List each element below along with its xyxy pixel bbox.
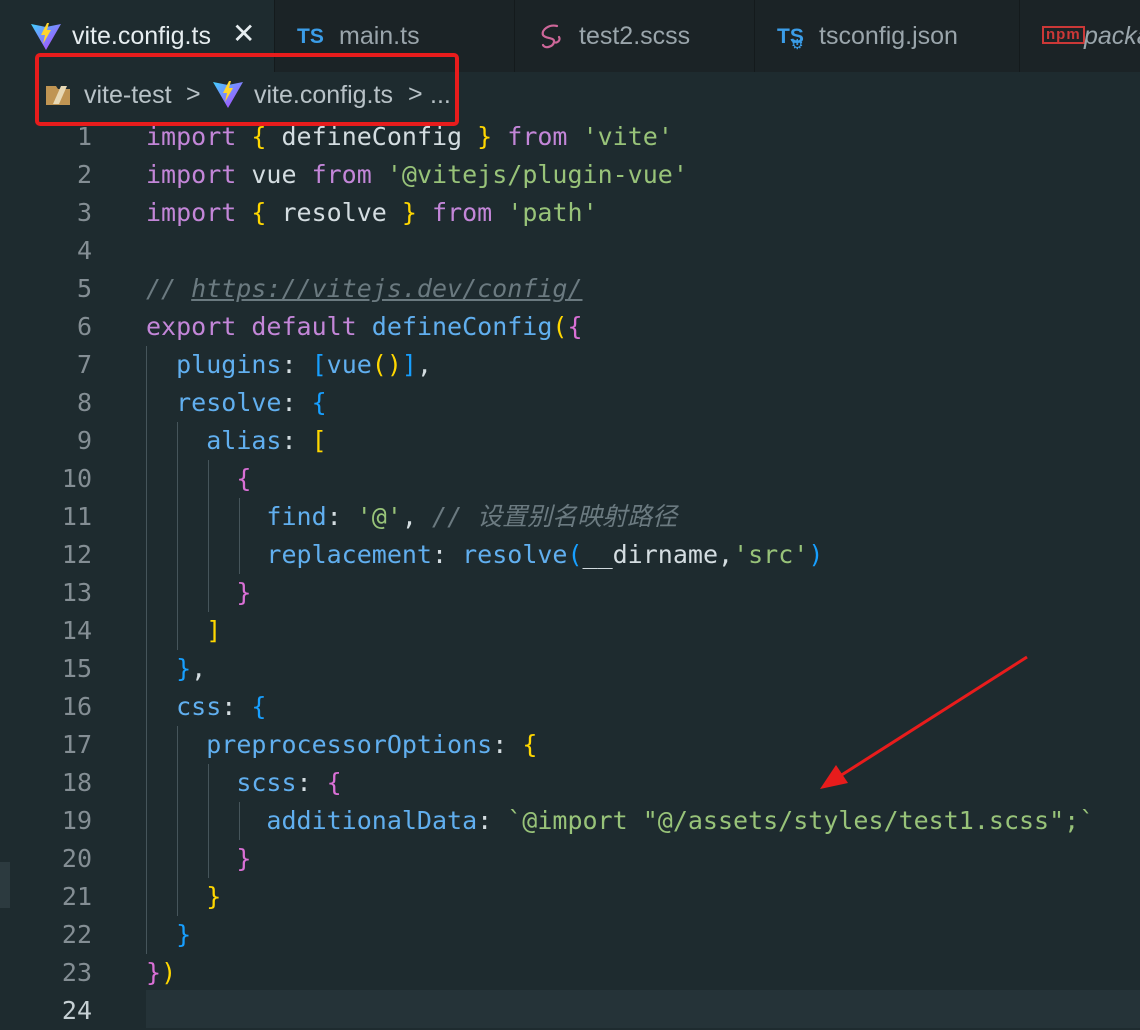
annotation-arrow [820, 655, 1028, 789]
